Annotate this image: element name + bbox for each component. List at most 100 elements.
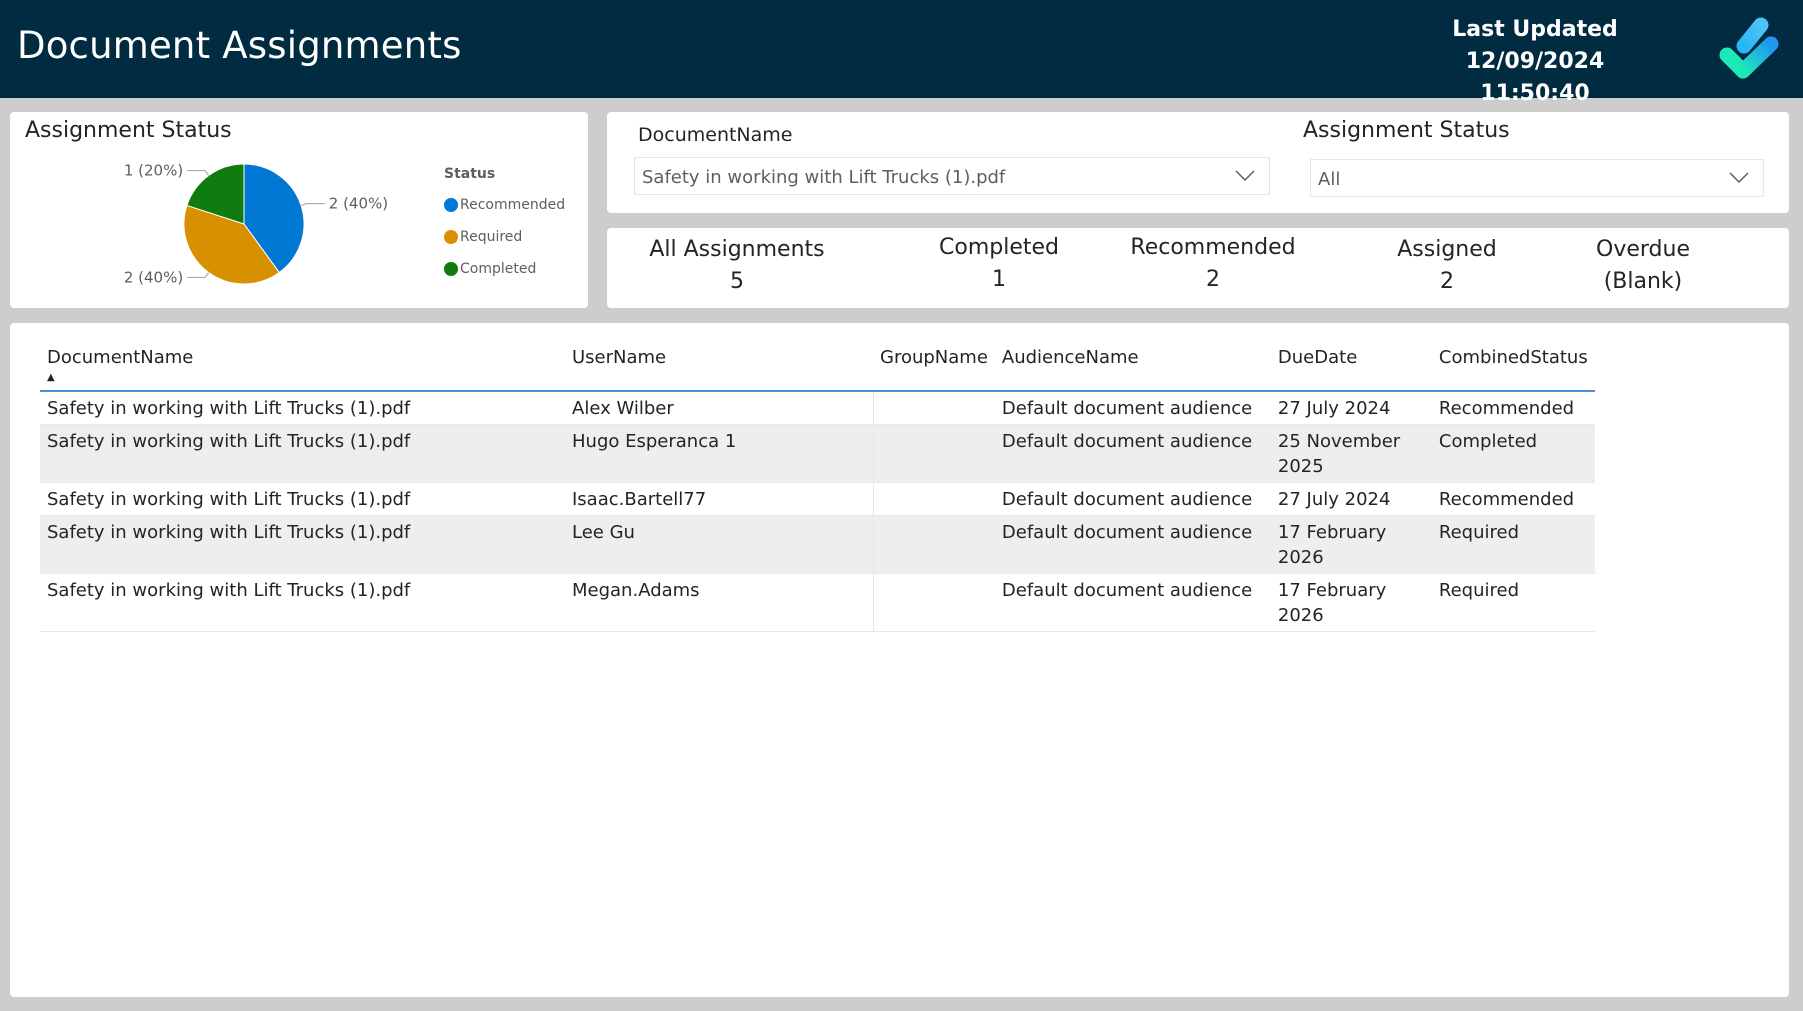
assignment-status-selected: All xyxy=(1318,169,1341,190)
cell-combinedstatus: Required xyxy=(1431,573,1595,632)
table-header-row: DocumentName ▲ UserName GroupName Audien… xyxy=(40,341,1595,392)
cell-documentname: Safety in working with Lift Trucks (1).p… xyxy=(40,515,565,574)
cell-audiencename: Default document audience xyxy=(994,482,1271,516)
legend-item-recommended[interactable]: Recommended xyxy=(444,189,565,221)
cell-documentname: Safety in working with Lift Trucks (1).p… xyxy=(40,424,565,483)
pie-data-label: 2 (40%) xyxy=(124,268,183,286)
filters-card: DocumentName Safety in working with Lift… xyxy=(607,112,1789,213)
column-header-documentname[interactable]: DocumentName ▲ xyxy=(40,341,565,392)
legend-title: Status xyxy=(444,166,496,182)
document-name-filter-label: DocumentName xyxy=(638,124,793,146)
cell-groupname xyxy=(872,482,995,516)
cell-duedate: 25 November 2025 xyxy=(1270,424,1432,483)
document-name-selected: Safety in working with Lift Trucks (1).p… xyxy=(642,167,1006,188)
column-header-username[interactable]: UserName xyxy=(565,341,873,392)
cell-audiencename: Default document audience xyxy=(994,424,1271,483)
column-header-groupname[interactable]: GroupName xyxy=(873,341,995,392)
column-header-label: DocumentName xyxy=(47,347,194,368)
kpi-label: Recommended xyxy=(1130,235,1296,260)
kpi-label: All Assignments xyxy=(649,237,825,262)
assignments-table: DocumentName ▲ UserName GroupName Audien… xyxy=(40,341,1595,632)
cell-combinedstatus: Recommended xyxy=(1431,391,1595,425)
legend-item-completed[interactable]: Completed xyxy=(444,253,565,285)
cell-audiencename: Default document audience xyxy=(994,391,1271,425)
kpi-completed: Completed 1 xyxy=(919,232,1079,296)
column-header-label: AudienceName xyxy=(1001,347,1139,368)
kpi-value: (Blank) xyxy=(1603,269,1683,294)
last-updated-value: 12/09/2024 11:50:40 xyxy=(1465,49,1605,106)
chevron-down-icon xyxy=(1729,172,1749,184)
cell-groupname xyxy=(872,515,995,574)
table-row[interactable]: Safety in working with Lift Trucks (1).p… xyxy=(40,515,1595,574)
chevron-down-icon xyxy=(1235,170,1255,182)
leader-line xyxy=(300,203,325,206)
cell-duedate: 27 July 2024 xyxy=(1270,391,1432,425)
cell-documentname: Safety in working with Lift Trucks (1).p… xyxy=(40,482,565,516)
kpi-all-assignments: All Assignments 5 xyxy=(637,234,837,298)
column-header-combinedstatus[interactable]: CombinedStatus xyxy=(1431,341,1595,392)
cell-groupname xyxy=(872,573,995,632)
pie-data-label: 1 (20%) xyxy=(124,162,183,180)
legend-dot-icon xyxy=(444,230,458,244)
kpi-value: 2 xyxy=(1206,267,1220,292)
assignment-status-dropdown[interactable]: All xyxy=(1310,159,1764,197)
cell-audiencename: Default document audience xyxy=(994,573,1271,632)
cell-documentname: Safety in working with Lift Trucks (1).p… xyxy=(40,391,565,425)
cell-combinedstatus: Completed xyxy=(1431,424,1595,483)
assignment-status-chart-card: Assignment Status 2 (40%) 2 (40%) 1 (20%) … xyxy=(10,112,588,308)
cell-username: Hugo Esperanca 1 xyxy=(565,424,873,483)
cell-username: Alex Wilber xyxy=(565,391,873,425)
table-row[interactable]: Safety in working with Lift Trucks (1).p… xyxy=(40,573,1595,632)
cell-groupname xyxy=(872,424,995,483)
cell-username: Megan.Adams xyxy=(565,573,873,632)
cell-combinedstatus: Required xyxy=(1431,515,1595,574)
legend-label: Completed xyxy=(460,261,537,277)
kpi-card: All Assignments 5 Completed 1 Recommende… xyxy=(607,228,1789,308)
cell-documentname: Safety in working with Lift Trucks (1).p… xyxy=(40,573,565,632)
kpi-value: 1 xyxy=(992,267,1006,292)
checkmark-logo-icon xyxy=(1719,17,1779,79)
cell-username: Lee Gu xyxy=(565,515,873,574)
column-header-label: DueDate xyxy=(1277,347,1358,368)
kpi-overdue: Overdue (Blank) xyxy=(1573,234,1713,298)
kpi-label: Overdue xyxy=(1596,237,1690,262)
kpi-value: 5 xyxy=(730,269,744,294)
leader-line xyxy=(187,272,210,278)
column-header-label: CombinedStatus xyxy=(1438,347,1588,368)
pie-data-label: 2 (40%) xyxy=(329,195,388,213)
cell-duedate: 27 July 2024 xyxy=(1270,482,1432,516)
sort-ascending-icon: ▲ xyxy=(47,372,55,383)
legend-label: Required xyxy=(460,229,523,245)
last-updated-label: Last Updated xyxy=(1452,17,1618,42)
cell-duedate: 17 February 2026 xyxy=(1270,515,1432,574)
legend-label: Recommended xyxy=(460,197,566,213)
assignments-table-card: DocumentName ▲ UserName GroupName Audien… xyxy=(10,323,1789,997)
kpi-label: Assigned xyxy=(1397,237,1497,262)
last-updated: Last Updated 12/09/2024 11:50:40 xyxy=(1410,14,1660,110)
column-header-audiencename[interactable]: AudienceName xyxy=(994,341,1271,392)
kpi-label: Completed xyxy=(939,235,1059,260)
document-name-dropdown[interactable]: Safety in working with Lift Trucks (1).p… xyxy=(634,157,1270,195)
chart-legend: Status Recommended Required Completed xyxy=(444,166,565,285)
leader-line xyxy=(187,170,210,176)
kpi-recommended: Recommended 2 xyxy=(1127,232,1299,296)
table-row[interactable]: Safety in working with Lift Trucks (1).p… xyxy=(40,391,1595,425)
column-header-label: GroupName xyxy=(880,347,988,368)
cell-username: Isaac.Bartell77 xyxy=(565,482,873,516)
pie-chart: 2 (40%) 2 (40%) 1 (20%) xyxy=(124,162,388,287)
report-header: Document Assignments Last Updated 12/09/… xyxy=(0,0,1803,106)
legend-dot-icon xyxy=(444,198,458,212)
column-header-label: UserName xyxy=(572,347,667,368)
legend-dot-icon xyxy=(444,262,458,276)
cell-groupname xyxy=(872,391,995,425)
kpi-value: 2 xyxy=(1440,269,1454,294)
cell-duedate: 17 February 2026 xyxy=(1270,573,1432,632)
page-title: Document Assignments xyxy=(17,24,462,67)
cell-audiencename: Default document audience xyxy=(994,515,1271,574)
column-header-duedate[interactable]: DueDate xyxy=(1270,341,1432,392)
table-row[interactable]: Safety in working with Lift Trucks (1).p… xyxy=(40,482,1595,516)
cell-combinedstatus: Recommended xyxy=(1431,482,1595,516)
legend-item-required[interactable]: Required xyxy=(444,221,565,253)
kpi-assigned: Assigned 2 xyxy=(1377,234,1517,298)
table-row[interactable]: Safety in working with Lift Trucks (1).p… xyxy=(40,424,1595,483)
